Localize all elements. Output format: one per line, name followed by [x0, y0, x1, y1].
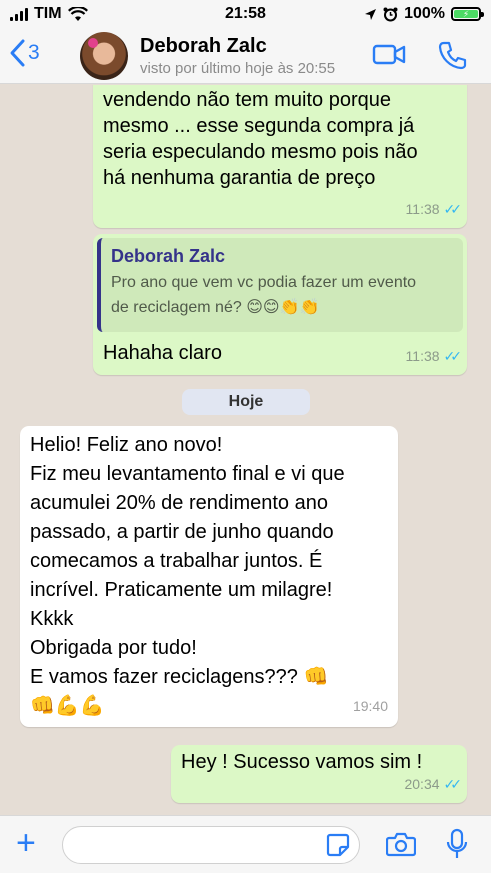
back-button[interactable]: 3 — [8, 38, 40, 68]
day-separator: Hoje — [182, 389, 310, 415]
message-input[interactable] — [62, 826, 360, 864]
message-time: 20:34 — [404, 776, 440, 792]
avatar[interactable] — [80, 32, 128, 80]
message-time: 11:38 — [405, 201, 440, 217]
message-bubble[interactable]: Helio! Feliz ano novo! Fiz meu levantame… — [20, 426, 398, 727]
message-text: Helio! Feliz ano novo! Fiz meu levantame… — [30, 434, 345, 717]
read-receipt-icon: ✓✓ — [443, 201, 463, 217]
battery-icon: ⚡ — [451, 7, 484, 21]
message-meta: 11:38 ✓✓ — [405, 343, 463, 369]
contact-name[interactable]: Deborah Zalc — [140, 35, 267, 58]
status-right: 100% ⚡ — [364, 5, 484, 23]
last-seen: visto por último hoje às 20:55 — [140, 60, 336, 77]
message-meta: 11:38 ✓✓ — [405, 196, 463, 222]
quoted-message[interactable]: Deborah Zalc Pro ano que vem vc podia fa… — [97, 238, 463, 332]
read-receipt-icon: ✓✓ — [443, 348, 463, 364]
message-meta: 19:40 — [353, 692, 388, 721]
unread-count: 3 — [28, 41, 40, 64]
chat-messages[interactable]: vendendo não tem muito porque mesmo ... … — [0, 85, 491, 815]
message-text: vendendo não tem muito porque mesmo ... … — [103, 89, 418, 189]
message-bubble[interactable]: vendendo não tem muito porque mesmo ... … — [93, 85, 467, 228]
battery-percent: 100% — [404, 5, 445, 22]
phone-call-icon[interactable] — [438, 40, 468, 70]
message-text: Hahaha claro — [103, 342, 222, 364]
microphone-icon[interactable] — [446, 828, 468, 860]
message-time: 19:40 — [352, 698, 388, 714]
camera-icon[interactable] — [386, 831, 416, 857]
chevron-left-icon — [10, 39, 25, 67]
message-time: 11:38 — [405, 348, 440, 364]
sticker-icon[interactable] — [326, 833, 350, 857]
message-input-bar: + — [0, 815, 491, 873]
video-call-icon[interactable] — [372, 40, 406, 70]
alarm-icon — [383, 7, 398, 21]
location-icon — [365, 8, 377, 20]
quoted-sender: Deborah Zalc — [111, 246, 226, 266]
message-meta: 20:34 ✓✓ — [404, 771, 463, 797]
plus-icon[interactable]: + — [16, 826, 36, 860]
chat-header: 3 Deborah Zalc visto por último hoje às … — [0, 28, 491, 84]
read-receipt-icon: ✓✓ — [443, 776, 463, 792]
quoted-text: Pro ano que vem vc podia fazer um evento… — [111, 274, 417, 316]
message-bubble[interactable]: Deborah Zalc Pro ano que vem vc podia fa… — [93, 234, 467, 375]
message-bubble[interactable]: Hey ! Sucesso vamos sim ! 20:34 ✓✓ — [171, 745, 467, 803]
status-bar: TIM 21:58 100% ⚡ — [0, 0, 491, 28]
